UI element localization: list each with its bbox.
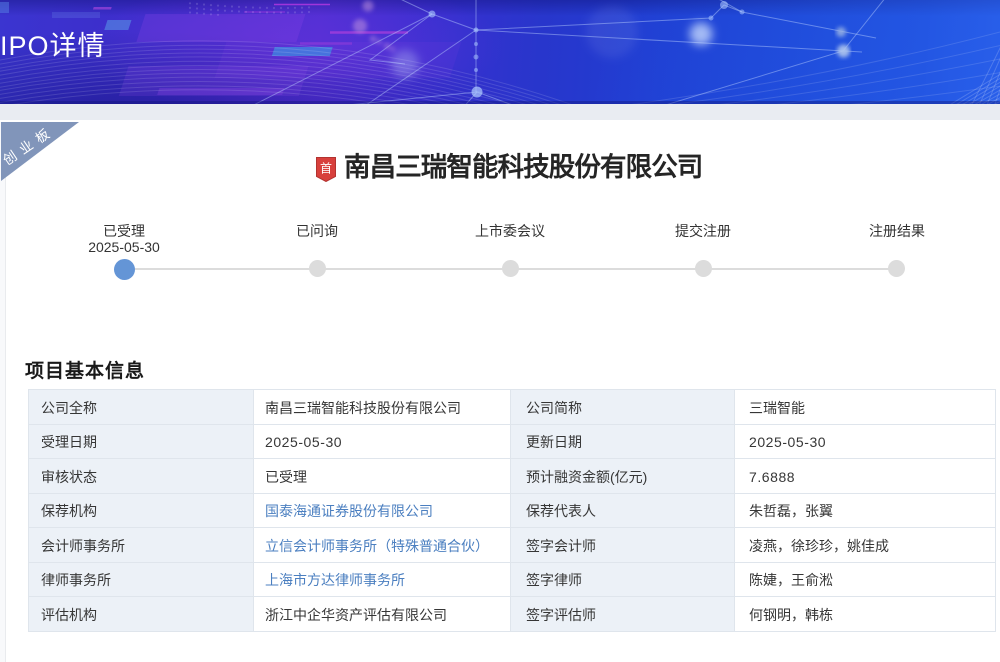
svg-text:首: 首 [320,162,332,176]
